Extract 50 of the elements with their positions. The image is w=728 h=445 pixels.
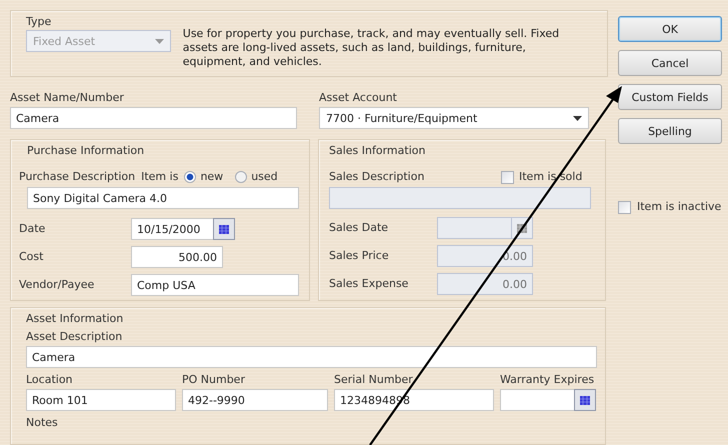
field-label: Item is xyxy=(141,170,178,184)
dialog-button[interactable]: Custom Fields xyxy=(618,84,722,110)
field-label: Asset Description xyxy=(26,330,122,344)
field-label: Cost xyxy=(19,250,44,264)
dialog-button[interactable]: Spelling xyxy=(618,118,722,144)
field-label: Location xyxy=(26,373,74,388)
group-legend: Sales Information xyxy=(329,144,595,158)
radio-label: new xyxy=(200,170,224,184)
checkbox-label: Item is inactive xyxy=(637,200,722,214)
checkbox[interactable] xyxy=(618,200,631,214)
calendar-button[interactable] xyxy=(213,218,235,240)
field-label: Sales Description xyxy=(329,170,424,184)
field-label: Sales Date xyxy=(329,221,388,234)
purchase-description-field[interactable]: Sony Digital Camera 4.0 xyxy=(27,187,299,210)
field-label: PO Number xyxy=(182,373,246,388)
text-field[interactable]: Room 101 xyxy=(26,389,176,412)
dropdown-caret-icon xyxy=(573,116,582,121)
field-label: Asset Name/Number xyxy=(10,91,125,106)
amount-field[interactable]: 500.00 xyxy=(131,246,223,268)
radio-button[interactable] xyxy=(235,171,248,184)
text-field[interactable]: 492--9990 xyxy=(182,389,328,412)
group-legend: Type xyxy=(26,15,592,29)
date-field[interactable] xyxy=(500,389,574,412)
radio-label: used xyxy=(251,170,278,184)
group-legend: Purchase Information xyxy=(19,144,301,158)
field-label: Sales Expense xyxy=(329,277,408,290)
group-legend: Asset Information xyxy=(26,312,597,326)
dialog-button[interactable]: OK xyxy=(618,16,722,42)
calendar-icon xyxy=(580,396,590,405)
field-label: Sales Price xyxy=(329,249,389,262)
asset-account-dropdown[interactable]: 7700 · Furniture/Equipment xyxy=(319,107,589,130)
dialog-button[interactable]: Cancel xyxy=(618,50,722,76)
field-label: Notes xyxy=(26,416,58,430)
checkbox-label: Item is sold xyxy=(519,170,582,184)
field-label: Vendor/Payee xyxy=(19,278,94,292)
field-label: Asset Account xyxy=(319,91,398,106)
field-label: Serial Number xyxy=(334,373,414,388)
field-label: Purchase Description xyxy=(19,170,136,184)
radio-button[interactable] xyxy=(184,171,196,184)
asset-description-field[interactable]: Camera xyxy=(26,346,597,368)
date-field[interactable]: 10/15/2000 xyxy=(131,218,213,240)
field-label: Date xyxy=(19,222,46,236)
text-field[interactable]: Comp USA xyxy=(131,274,299,296)
checkbox[interactable] xyxy=(501,170,514,184)
field-label: Warranty Expires xyxy=(500,373,596,388)
type-description: Use for property you purchase, track, and may eventually sell. Fixed assets are long-lived assets, such as land, buildings, furniture, equipment, and vehicles. xyxy=(182,27,560,69)
calendar-icon xyxy=(219,224,229,234)
calendar-button[interactable] xyxy=(574,389,596,412)
asset-name-field[interactable]: Camera xyxy=(10,107,297,130)
dropdown-caret-icon xyxy=(154,38,164,44)
